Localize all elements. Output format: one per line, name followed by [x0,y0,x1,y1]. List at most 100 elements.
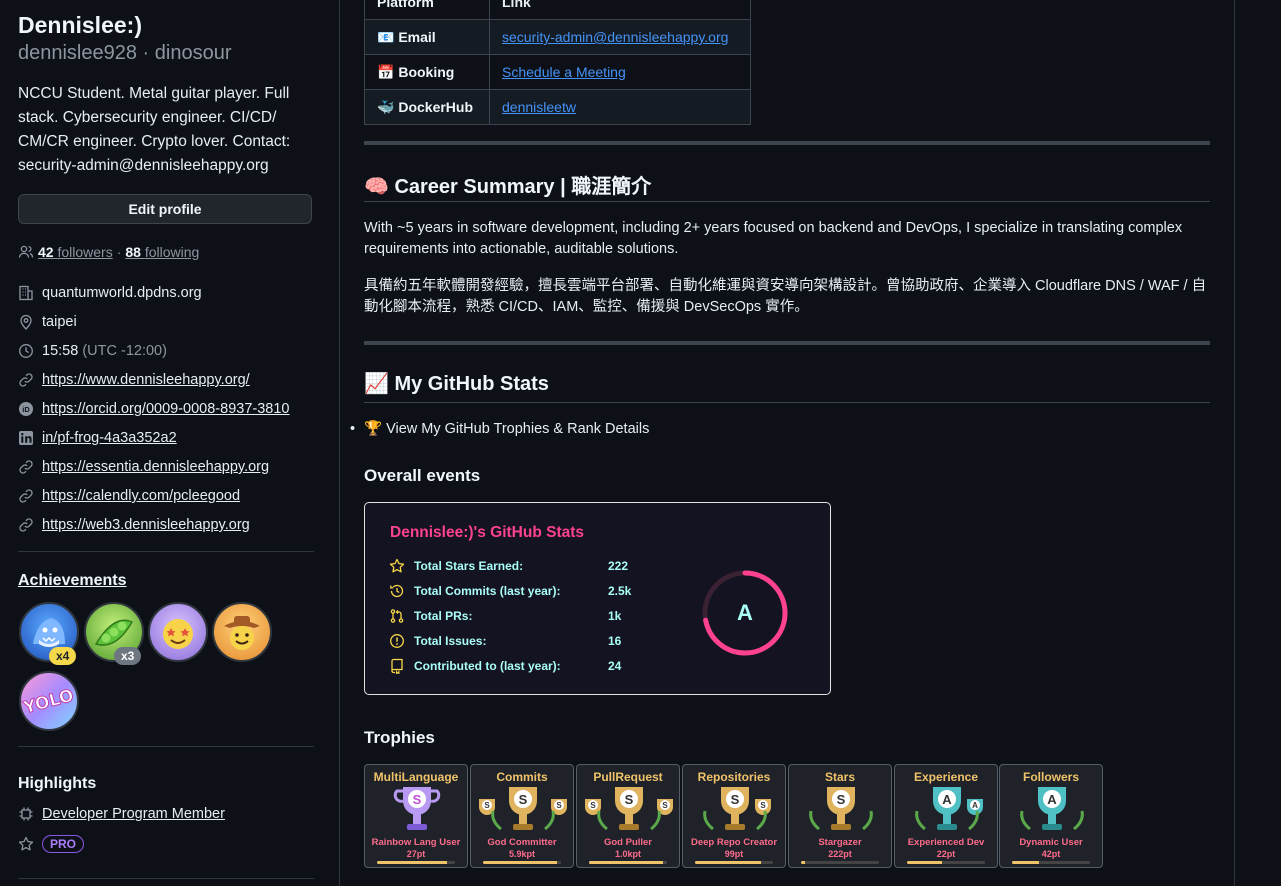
company-text: quantumworld.dpdns.org [42,285,202,301]
email-link[interactable]: security-admin@dennisleehappy.org [489,19,751,55]
linkedin-link[interactable]: in/pf-frog-4a3a352a2 [42,430,177,446]
table-row: 📧 Email security-admin@dennisleehappy.or… [364,19,751,55]
trophy-progress-fill [589,861,664,864]
sidebar-divider [18,551,314,552]
trophy-rank: S [519,792,528,807]
trophy-rank: S [625,792,634,807]
pull-request-icon [389,608,405,624]
website-row: https://www.dennisleehappy.org/ [18,372,250,388]
orcid-row: iD https://orcid.org/0009-0008-8937-3810 [18,401,289,417]
stat-label: Contributed to (last year): [414,659,561,673]
calendly-link[interactable]: https://calendly.com/pcleegood [42,488,240,504]
edit-profile-button[interactable]: Edit profile [18,194,312,224]
github-stats-card[interactable]: Dennislee:)'s GitHub Stats Total Stars E… [364,502,831,695]
trophy-progress-fill [695,861,762,864]
trophy-name: Deep Repo Creator [690,837,778,848]
following-link[interactable]: 88 following [125,244,199,260]
table-row: 📅 Booking Schedule a Meeting [364,54,751,90]
yolo-badge-icon[interactable]: YOLO [19,671,79,731]
link-icon [18,372,34,388]
trophy-pullrequest[interactable]: PullRequest S S S God Puller 1.0kpt [576,764,680,868]
stat-label: Total Stars Earned: [414,559,524,573]
follow-dot: · [116,244,122,260]
rank-ring: A [702,570,788,656]
booking-link[interactable]: Schedule a Meeting [489,54,751,90]
trophy-points: 1.0kpt [614,849,641,859]
trophy-progress-fill [1012,861,1040,864]
career-paragraph-zh: 具備約五年軟體開發經驗，擅長雲端平台部署、自動化維運與資安導向架構設計。曾協助政… [364,278,1207,315]
social-link-row: https://essentia.dennisleehappy.org [18,459,269,475]
trophy-progress-fill [377,861,448,864]
badge-count-shark: x4 [49,647,77,665]
table-header-link: Link [489,0,751,20]
svg-text:S: S [484,801,490,810]
table-row: 🐳 DockerHub dennisleetw [364,89,751,125]
trophy-followers[interactable]: Followers A Dynamic User 42pt [999,764,1103,868]
orcid-link[interactable]: https://orcid.org/0009-0008-8937-3810 [42,401,289,417]
followers-link[interactable]: 42 followers [38,244,113,260]
developer-program-link[interactable]: Developer Program Member [42,806,225,822]
trophy-points: 222pt [828,849,852,859]
stat-row-contributed: Contributed to (last year): 24 [389,658,621,674]
local-time: 15:58 [42,343,79,359]
trophy-cup-icon: S SS [585,787,673,831]
linkedin-icon [18,430,34,446]
trophy-name: God Puller [603,837,653,848]
trophy-progress-fill [801,861,805,864]
trophy-commits[interactable]: Commits S S S God Committer 5.9kpt [470,764,574,868]
profile-sidebar: Dennislee:) dennislee928 · dinosour NCCU… [0,0,338,886]
link-icon [18,517,34,533]
trophy-details-link[interactable]: 🏆 View My GitHub Trophies & Rank Details [364,421,649,437]
link-icon [18,488,34,504]
pro-badge: PRO [42,835,85,853]
stat-label: Total Issues: [414,634,487,648]
trophy-repositories[interactable]: Repositories SS Deep Repo Creator 99pt [682,764,786,868]
trophy-multilanguage[interactable]: MultiLanguage S Rainbow Lang User 27pt [364,764,468,868]
local-time-row: 15:58 (UTC -12:00) [18,343,167,359]
rank-letter: A [737,600,753,625]
heading-underline [364,402,1210,403]
platform-cell: 📅 Booking [364,54,490,90]
profile-bio: NCCU Student. Metal guitar player. Full … [18,85,291,174]
trophy-rank: S [837,792,846,807]
platform-cell: 🐳 DockerHub [364,89,490,125]
overall-events-heading: Overall events [364,466,481,485]
trophy-cup-icon: A [1020,787,1084,831]
svg-text:S: S [760,801,766,810]
starstruck-badge-icon[interactable] [148,602,208,662]
web3-link[interactable]: https://web3.dennisleehappy.org [42,517,250,533]
trophy-title: MultiLanguage [373,770,459,784]
email-emoji-icon: 📧 [377,28,395,45]
github-stats-heading: 📈 My GitHub Stats [364,373,549,395]
trophies-heading: Trophies [364,728,435,747]
svg-text:S: S [662,801,668,810]
trophy-name: God Committer [487,837,557,848]
sidebar-divider [18,746,314,747]
history-icon [389,583,405,599]
trophy-points: 99pt [724,849,744,859]
dockerhub-link[interactable]: dennisleetw [489,89,751,125]
badge-count-peas: x3 [114,647,142,665]
calendar-emoji-icon: 📅 [377,63,395,80]
cowboy-badge-icon[interactable] [212,602,272,662]
stat-value: 24 [608,659,622,673]
trophy-experience[interactable]: Experience AA Experienced Dev 22pt [894,764,998,868]
social-link-row: https://calendly.com/pcleegood [18,488,240,504]
trophy-progress [907,861,985,864]
trophy-rank: A [1047,792,1057,807]
stat-row-prs: Total PRs: 1k [389,608,621,624]
company-row: quantumworld.dpdns.org [18,285,202,301]
follow-counts: 42 followers · 88 following [18,244,199,260]
svg-text:A: A [972,801,978,810]
website-link[interactable]: https://www.dennisleehappy.org/ [42,372,250,388]
achievements-title[interactable]: Achievements [18,572,127,590]
stat-label: Total PRs: [414,609,473,623]
essentia-link[interactable]: https://essentia.dennisleehappy.org [42,459,269,475]
trophy-stars[interactable]: Stars S Stargazer 222pt [788,764,892,868]
pro-row: PRO [18,835,85,853]
trophy-points: 27pt [406,849,426,859]
username: dennislee928 [18,42,137,64]
stat-value: 222 [608,559,629,573]
star-icon [18,836,34,852]
star-icon [389,558,405,574]
